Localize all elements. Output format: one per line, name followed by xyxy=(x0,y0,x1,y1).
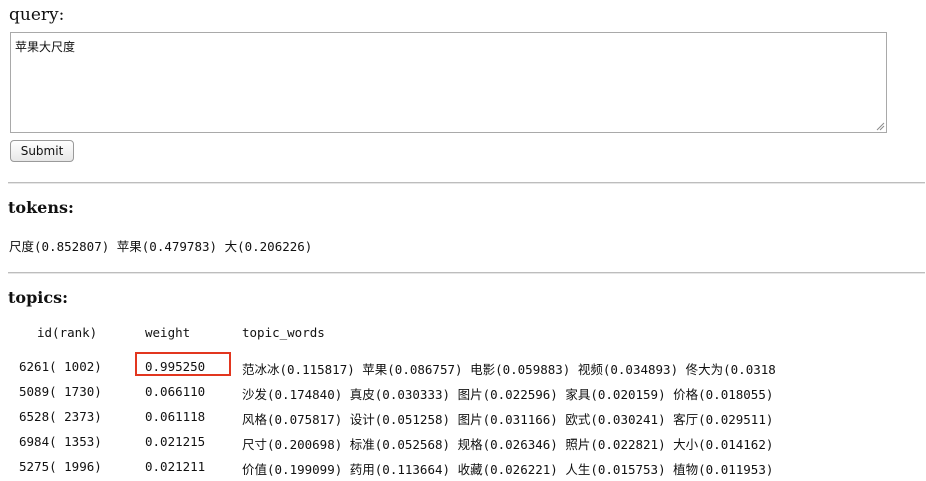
column-header-topic-words: topic_words xyxy=(242,325,325,340)
query-label: query: xyxy=(9,5,65,25)
column-header-id-rank: id(rank) xyxy=(37,325,98,340)
table-row-id-rank: 5275( 1996) xyxy=(19,459,102,474)
table-row-weight: 0.066110 xyxy=(145,384,206,399)
submit-button[interactable]: Submit xyxy=(10,140,74,162)
table-row-topic-words: 尺寸(0.200698) 标准(0.052568) 规格(0.026346) 照… xyxy=(242,437,774,452)
table-row-topic-words: 沙发(0.174840) 真皮(0.030333) 图片(0.022596) 家… xyxy=(242,387,774,402)
table-row-id-rank: 6261( 1002) xyxy=(19,359,102,374)
weight-highlight-box xyxy=(135,352,231,376)
column-header-weight: weight xyxy=(145,325,191,340)
divider xyxy=(8,182,925,184)
table-row-id-rank: 5089( 1730) xyxy=(19,384,102,399)
table-row-topic-words: 价值(0.199099) 药用(0.113664) 收藏(0.026221) 人… xyxy=(242,462,774,477)
tokens-line: 尺度(0.852807) 苹果(0.479783) 大(0.206226) xyxy=(9,239,313,254)
table-row-weight: 0.021215 xyxy=(145,434,206,449)
table-row-id-rank: 6528( 2373) xyxy=(19,409,102,424)
table-row-topic-words: 风格(0.075817) 设计(0.051258) 图片(0.031166) 欧… xyxy=(242,412,774,427)
tokens-heading: tokens: xyxy=(8,198,74,217)
table-row-weight: 0.021211 xyxy=(145,459,206,474)
table-row-weight: 0.061118 xyxy=(145,409,206,424)
topics-heading: topics: xyxy=(8,288,68,307)
resize-grip-icon[interactable] xyxy=(875,121,885,131)
table-row-id-rank: 6984( 1353) xyxy=(19,434,102,449)
table-row-topic-words: 范冰冰(0.115817) 苹果(0.086757) 电影(0.059883) … xyxy=(242,362,776,377)
query-textarea[interactable]: 苹果大尺度 xyxy=(10,32,887,133)
divider xyxy=(8,272,925,274)
